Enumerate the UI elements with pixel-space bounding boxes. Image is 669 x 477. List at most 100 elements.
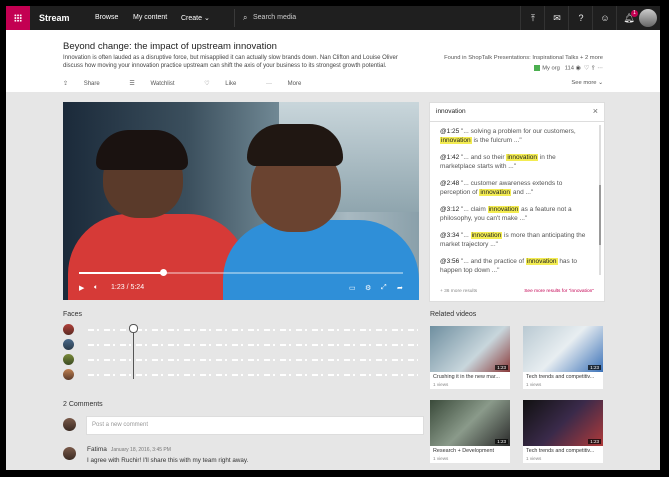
face-avatar[interactable] — [63, 339, 74, 350]
result-text-before: "... and the practice of — [459, 258, 526, 265]
result-highlight: innovation — [470, 232, 503, 239]
video-duration: 1:23 — [588, 439, 601, 444]
transcript-result[interactable]: @3:56 "... and the practice of innovatio… — [440, 257, 590, 275]
transcript-scrollbar[interactable] — [599, 125, 601, 275]
result-highlight: innovation — [506, 154, 538, 161]
face-timeline-track[interactable] — [88, 359, 418, 361]
transcript-result[interactable]: @2:48 "... customer awareness extends to… — [440, 179, 590, 197]
inbox-icon[interactable]: ✉ — [544, 6, 569, 30]
nav-browse[interactable]: Browse — [95, 14, 118, 21]
result-timestamp: @3:34 — [440, 232, 460, 239]
more-label: More — [287, 81, 302, 87]
nav-my-content[interactable]: My content — [133, 14, 167, 21]
app-launcher-button[interactable] — [6, 6, 30, 30]
result-highlight: innovation — [525, 258, 558, 265]
result-text-after: is the fulcrum ..." — [471, 137, 522, 144]
scrollbar-thumb[interactable] — [599, 185, 601, 245]
related-video-caption[interactable]: Tech trends and competitiv... 1 views — [523, 372, 603, 389]
video-frame-hair-right — [247, 124, 343, 166]
face-avatar[interactable] — [63, 324, 74, 335]
related-video-thumbnail[interactable]: 1:23 — [523, 326, 603, 372]
face-avatar[interactable] — [63, 369, 74, 380]
related-video-views: 1 views — [526, 456, 542, 461]
share-video-icon[interactable]: ➦ — [397, 284, 403, 292]
see-more-link[interactable]: See more ⌄ — [571, 80, 603, 86]
notifications-icon[interactable]: 🔔︎ 1 — [616, 6, 641, 30]
related-video-caption[interactable]: Research + Development 1 views — [430, 446, 510, 463]
video-actions: ⇪ Share ☰ Watchlist ♡ Like ··· More — [63, 80, 329, 87]
faces-playhead-handle[interactable] — [129, 324, 138, 333]
waffle-icon — [14, 14, 22, 22]
smiley-icon[interactable]: ☺ — [592, 6, 617, 30]
related-video-views: 1 views — [526, 382, 542, 387]
related-video-thumbnail[interactable]: 1:23 — [430, 400, 510, 446]
search-box[interactable]: ⌕ Search media — [234, 9, 513, 27]
app-brand[interactable]: Stream — [39, 13, 70, 23]
commenter-avatar[interactable] — [63, 447, 76, 460]
captions-icon[interactable]: ▭ — [349, 284, 356, 292]
transcript-search[interactable]: innovation × — [430, 103, 604, 122]
video-title: Beyond change: the impact of upstream in… — [63, 41, 277, 52]
user-avatar[interactable] — [639, 9, 657, 27]
result-text-after: and ..." — [511, 189, 534, 196]
comment-placeholder: Post a new comment — [92, 422, 149, 428]
transcript-result[interactable]: @3:34 "... innovation is more than antic… — [440, 231, 590, 249]
transcript-result[interactable]: @1:42 "... and so their innovation in th… — [440, 153, 590, 171]
upload-icon[interactable]: ⤒ — [520, 6, 545, 30]
comment-input[interactable]: Post a new comment — [86, 416, 424, 435]
comment-date: January 18, 2016, 3:45 PM — [110, 447, 171, 453]
fullscreen-icon[interactable]: ⤢ — [381, 284, 387, 292]
more-button[interactable]: ··· More — [266, 81, 315, 87]
share-icon: ⇪ — [63, 81, 70, 87]
nav-create[interactable]: Create ⌄ — [181, 14, 210, 22]
face-timeline-track[interactable] — [88, 344, 418, 346]
seek-progress — [79, 272, 164, 274]
transcript-results: @1:25 "... solving a problem for our cus… — [440, 127, 590, 283]
video-duration: 1:23 — [588, 365, 601, 370]
video-player[interactable]: ▶ 🔈︎ 1:23 / 5:24 ▭ ⚙ ⤢ ➦ — [63, 102, 419, 300]
search-input[interactable]: Search media — [253, 14, 296, 21]
transcript-result[interactable]: @3:12 "... claim innovation as a feature… — [440, 205, 590, 223]
help-icon[interactable]: ? — [568, 6, 593, 30]
video-duration: 1:23 — [495, 439, 508, 444]
see-more-results-link[interactable]: See more results for "innovation" — [524, 289, 594, 294]
related-video-title: Crushing it in the new mar... — [433, 374, 500, 380]
time-display: 1:23 / 5:24 — [111, 284, 145, 291]
related-video-thumbnail[interactable]: 1:23 — [523, 400, 603, 446]
result-text-before: "... — [459, 232, 471, 239]
volume-icon[interactable]: 🔈︎ — [94, 284, 98, 292]
related-video-thumbnail[interactable]: 1:23 — [430, 326, 510, 372]
like-label: Like — [225, 81, 237, 87]
commenter-name[interactable]: Fatima — [87, 446, 107, 453]
face-timeline-track[interactable] — [88, 374, 418, 376]
transcript-result[interactable]: @1:25 "... solving a problem for our cus… — [440, 127, 590, 145]
watchlist-button[interactable]: ☰ Watchlist — [129, 81, 188, 87]
close-icon[interactable]: × — [593, 106, 598, 116]
related-video-title: Tech trends and competitiv... — [526, 448, 595, 454]
comment-text: I agree with Ruchir! I'll share this wit… — [87, 457, 249, 464]
video-seek-bar[interactable] — [79, 269, 403, 276]
like-count-icon: ♡ ⇪ ··· — [583, 65, 603, 72]
related-video-views: 1 views — [433, 456, 449, 461]
heart-icon: ♡ — [204, 81, 212, 87]
play-icon[interactable]: ▶ — [79, 284, 84, 292]
result-text-before: "... solving a problem for our customers… — [459, 128, 576, 135]
related-video-caption[interactable]: Crushing it in the new mar... 1 views — [430, 372, 510, 389]
result-highlight: innovation — [440, 137, 472, 144]
settings-icon[interactable]: ⚙ — [365, 284, 371, 292]
related-heading: Related videos — [430, 311, 477, 318]
notification-badge: 1 — [631, 10, 638, 17]
related-video-title: Tech trends and competitiv... — [526, 374, 595, 380]
eye-icon: ◉ — [575, 65, 581, 72]
related-video-caption[interactable]: Tech trends and competitiv... 1 views — [523, 446, 603, 463]
org-check-icon — [534, 65, 541, 71]
result-timestamp: @1:25 — [440, 128, 460, 135]
found-in-groups[interactable]: Found in ShopTalk Presentations: Inspira… — [444, 55, 603, 61]
face-avatar[interactable] — [63, 354, 74, 365]
transcript-search-input[interactable]: innovation — [436, 108, 466, 115]
share-button[interactable]: ⇪ Share — [63, 81, 114, 87]
comments-heading: 2 Comments — [63, 401, 103, 408]
search-icon: ⌕ — [243, 13, 248, 22]
watchlist-label: Watchlist — [150, 81, 175, 87]
like-button[interactable]: ♡ Like — [204, 81, 250, 87]
